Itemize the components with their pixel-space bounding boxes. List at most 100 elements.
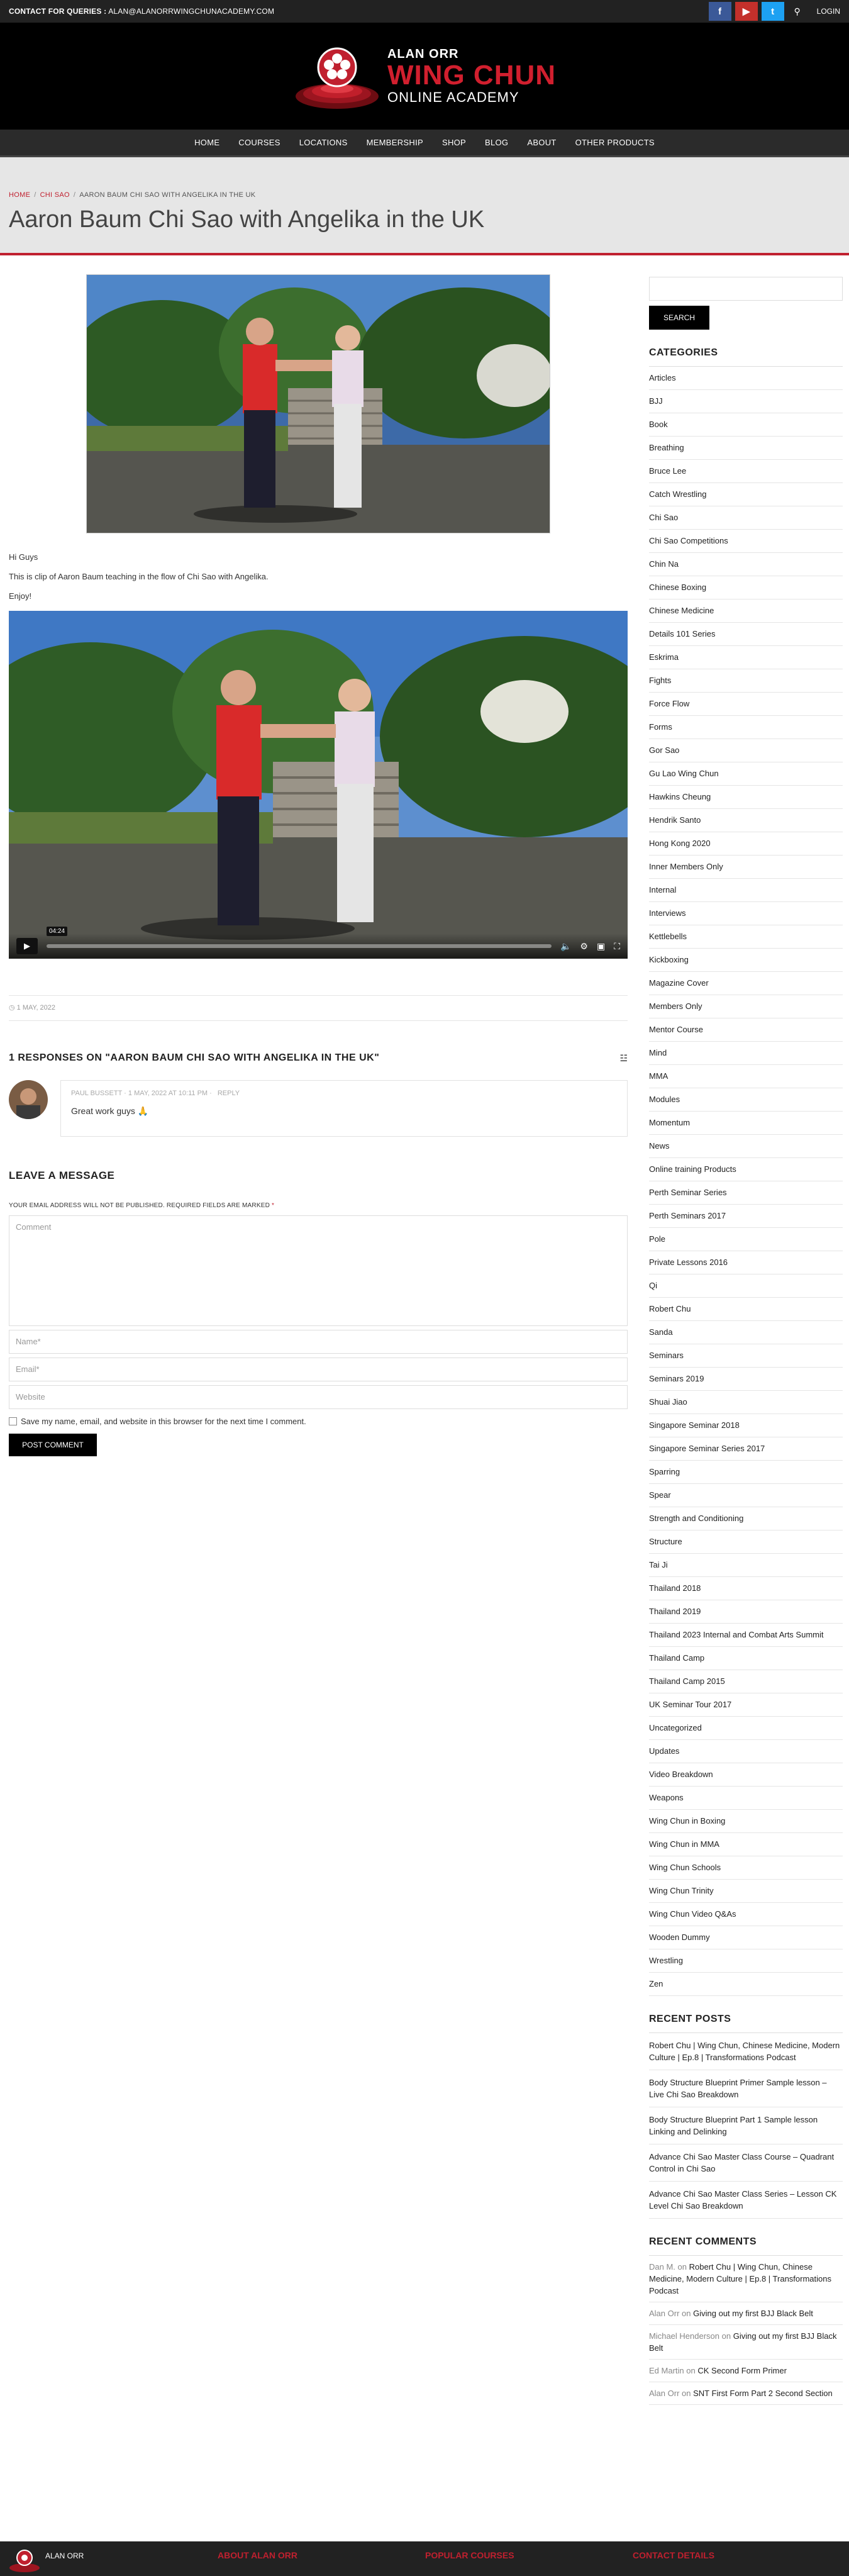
category-link[interactable]: Robert Chu xyxy=(649,1298,843,1321)
category-link[interactable]: Thailand 2023 Internal and Combat Arts S… xyxy=(649,1624,843,1647)
recent-post-link[interactable]: Robert Chu | Wing Chun, Chinese Medicine… xyxy=(649,2033,843,2070)
category-link[interactable]: Wing Chun in Boxing xyxy=(649,1810,843,1833)
category-link[interactable]: Perth Seminars 2017 xyxy=(649,1205,843,1228)
save-info-checkbox[interactable] xyxy=(9,1417,17,1425)
recent-post-link[interactable]: Body Structure Blueprint Primer Sample l… xyxy=(649,2070,843,2107)
category-link[interactable]: Kickboxing xyxy=(649,949,843,972)
category-link[interactable]: Strength and Conditioning xyxy=(649,1507,843,1531)
site-logo[interactable]: ALAN ORR WING CHUN ONLINE ACADEMY xyxy=(293,38,556,114)
category-link[interactable]: Structure xyxy=(649,1531,843,1554)
category-link[interactable]: Mentor Course xyxy=(649,1018,843,1042)
category-link[interactable]: Fights xyxy=(649,669,843,693)
breadcrumb-home[interactable]: HOME xyxy=(9,191,30,199)
category-link[interactable]: Qi xyxy=(649,1274,843,1298)
youtube-icon[interactable]: ▶ xyxy=(735,2,758,21)
pip-icon[interactable]: ▣ xyxy=(597,941,605,952)
recent-comment-post-link[interactable]: Robert Chu | Wing Chun, Chinese Medicine… xyxy=(649,2262,831,2295)
category-link[interactable]: Wrestling xyxy=(649,1949,843,1973)
name-field[interactable]: Name* xyxy=(9,1330,628,1354)
category-link[interactable]: Catch Wrestling xyxy=(649,483,843,506)
category-link[interactable]: Internal xyxy=(649,879,843,902)
category-link[interactable]: Uncategorized xyxy=(649,1717,843,1740)
video-player[interactable]: ▶ 04:24 🔈 ⚙ ▣ ⛶ xyxy=(9,611,628,959)
category-link[interactable]: Weapons xyxy=(649,1787,843,1810)
category-link[interactable]: Singapore Seminar 2018 xyxy=(649,1414,843,1437)
post-comment-button[interactable]: POST COMMENT xyxy=(9,1434,97,1456)
footer-logo[interactable]: ALAN ORR xyxy=(9,2541,218,2576)
category-link[interactable]: Magazine Cover xyxy=(649,972,843,995)
recent-post-link[interactable]: Body Structure Blueprint Part 1 Sample l… xyxy=(649,2107,843,2144)
facebook-icon[interactable]: f xyxy=(708,2,731,21)
nav-membership[interactable]: MEMBERSHIP xyxy=(367,138,423,147)
comment-date[interactable]: 1 MAY, 2022 AT 10:11 PM xyxy=(128,1090,208,1097)
rss-icon[interactable]: ☳ xyxy=(619,1053,628,1064)
category-link[interactable]: Sparring xyxy=(649,1461,843,1484)
category-link[interactable]: Momentum xyxy=(649,1112,843,1135)
category-link[interactable]: Force Flow xyxy=(649,693,843,716)
category-link[interactable]: Wing Chun Trinity xyxy=(649,1880,843,1903)
recent-comment-post-link[interactable]: SNT First Form Part 2 Second Section xyxy=(693,2389,833,2398)
category-link[interactable]: Wing Chun Schools xyxy=(649,1856,843,1880)
reply-link[interactable]: REPLY xyxy=(218,1090,240,1097)
nav-shop[interactable]: SHOP xyxy=(442,138,466,147)
category-link[interactable]: Updates xyxy=(649,1740,843,1763)
play-icon[interactable]: ▶ xyxy=(16,938,38,954)
category-link[interactable]: Thailand Camp xyxy=(649,1647,843,1670)
login-link[interactable]: LOGIN xyxy=(817,7,840,16)
category-link[interactable]: Shuai Jiao xyxy=(649,1391,843,1414)
category-link[interactable]: UK Seminar Tour 2017 xyxy=(649,1693,843,1717)
twitter-icon[interactable]: t xyxy=(761,2,784,21)
category-link[interactable]: Perth Seminar Series xyxy=(649,1181,843,1205)
category-link[interactable]: Video Breakdown xyxy=(649,1763,843,1787)
category-link[interactable]: Chinese Boxing xyxy=(649,576,843,599)
contact-email[interactable]: ALAN@ALANORRWINGCHUNACADEMY.COM xyxy=(108,7,274,16)
category-link[interactable]: Sanda xyxy=(649,1321,843,1344)
nav-courses[interactable]: COURSES xyxy=(238,138,280,147)
category-link[interactable]: Chi Sao Competitions xyxy=(649,530,843,553)
recent-post-link[interactable]: Advance Chi Sao Master Class Series – Le… xyxy=(649,2182,843,2219)
category-link[interactable]: Thailand 2019 xyxy=(649,1600,843,1624)
category-link[interactable]: Chi Sao xyxy=(649,506,843,530)
comment-textarea[interactable]: Comment xyxy=(9,1215,628,1326)
category-link[interactable]: Kettlebells xyxy=(649,925,843,949)
category-link[interactable]: Gu Lao Wing Chun xyxy=(649,762,843,786)
category-link[interactable]: Tai Ji xyxy=(649,1554,843,1577)
category-link[interactable]: Chinese Medicine xyxy=(649,599,843,623)
category-link[interactable]: Breathing xyxy=(649,437,843,460)
recent-post-link[interactable]: Advance Chi Sao Master Class Course – Qu… xyxy=(649,2144,843,2182)
category-link[interactable]: Wooden Dummy xyxy=(649,1926,843,1949)
nav-other-products[interactable]: OTHER PRODUCTS xyxy=(575,138,655,147)
email-field[interactable]: Email* xyxy=(9,1358,628,1381)
category-link[interactable]: Pole xyxy=(649,1228,843,1251)
website-field[interactable]: Website xyxy=(9,1385,628,1409)
category-link[interactable]: Inner Members Only xyxy=(649,856,843,879)
recent-comment-post-link[interactable]: Giving out my first BJJ Black Belt xyxy=(693,2309,813,2318)
category-link[interactable]: Seminars xyxy=(649,1344,843,1368)
nav-locations[interactable]: LOCATIONS xyxy=(299,138,348,147)
category-link[interactable]: Thailand Camp 2015 xyxy=(649,1670,843,1693)
category-link[interactable]: Hendrik Santo xyxy=(649,809,843,832)
comment-author[interactable]: PAUL BUSSETT xyxy=(71,1090,122,1097)
category-link[interactable]: Online training Products xyxy=(649,1158,843,1181)
category-link[interactable]: Articles xyxy=(649,367,843,390)
category-link[interactable]: Thailand 2018 xyxy=(649,1577,843,1600)
category-link[interactable]: Book xyxy=(649,413,843,437)
nav-blog[interactable]: BLOG xyxy=(485,138,508,147)
search-button[interactable]: SEARCH xyxy=(649,306,709,330)
nav-about[interactable]: ABOUT xyxy=(527,138,556,147)
category-link[interactable]: Interviews xyxy=(649,902,843,925)
category-link[interactable]: MMA xyxy=(649,1065,843,1088)
video-progress-bar[interactable]: 04:24 xyxy=(47,927,552,948)
category-link[interactable]: Modules xyxy=(649,1088,843,1112)
category-link[interactable]: Members Only xyxy=(649,995,843,1018)
category-link[interactable]: Spear xyxy=(649,1484,843,1507)
category-link[interactable]: Forms xyxy=(649,716,843,739)
search-icon[interactable]: ⚲ xyxy=(788,6,807,17)
category-link[interactable]: Bruce Lee xyxy=(649,460,843,483)
category-link[interactable]: Hawkins Cheung xyxy=(649,786,843,809)
nav-home[interactable]: HOME xyxy=(194,138,219,147)
category-link[interactable]: Private Lessons 2016 xyxy=(649,1251,843,1274)
category-link[interactable]: BJJ xyxy=(649,390,843,413)
breadcrumb-category[interactable]: CHI SAO xyxy=(40,191,70,199)
recent-comment-post-link[interactable]: CK Second Form Primer xyxy=(697,2366,787,2375)
